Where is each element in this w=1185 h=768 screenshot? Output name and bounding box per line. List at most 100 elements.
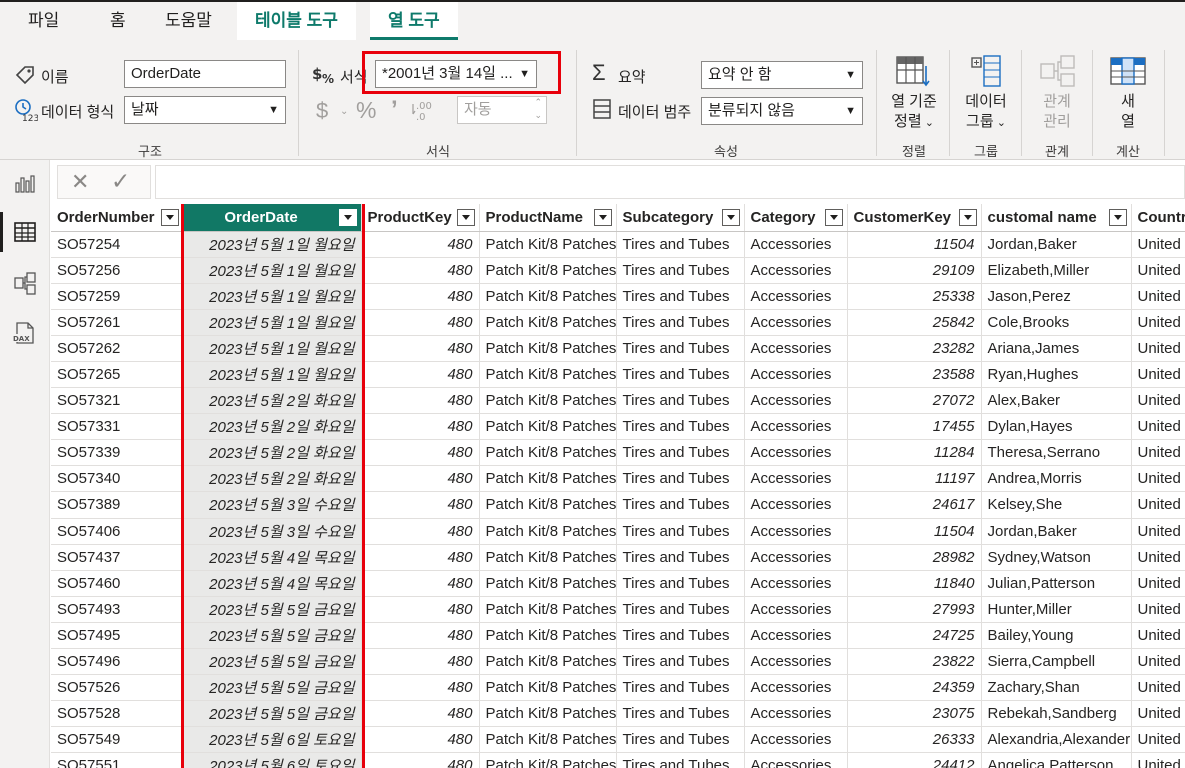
table-cell[interactable]: 2023년 5월 2일 화요일: [183, 465, 362, 493]
table-cell[interactable]: SO57265: [51, 361, 184, 389]
table-cell[interactable]: Accessories: [744, 570, 848, 597]
table-cell[interactable]: 480: [361, 335, 480, 362]
table-cell[interactable]: Ryan,Hughes: [981, 361, 1132, 389]
table-cell[interactable]: Alexandria,Alexander: [981, 726, 1132, 754]
table-cell[interactable]: 2023년 5월 1일 월요일: [183, 283, 362, 310]
table-cell[interactable]: 480: [361, 544, 480, 571]
table-cell[interactable]: 2023년 5월 4일 목요일: [183, 570, 362, 597]
table-cell[interactable]: Patch Kit/8 Patches: [479, 231, 617, 258]
table-cell[interactable]: 2023년 5월 5일 금요일: [183, 596, 362, 623]
table-cell[interactable]: 480: [361, 309, 480, 336]
table-cell[interactable]: Accessories: [744, 491, 848, 519]
table-cell[interactable]: Tires and Tubes: [616, 648, 745, 676]
table-cell[interactable]: Patch Kit/8 Patches: [479, 570, 617, 597]
table-cell[interactable]: Accessories: [744, 387, 848, 415]
table-cell[interactable]: Rebekah,Sandberg: [981, 700, 1132, 728]
decimal-icon[interactable]: .00.0: [412, 98, 434, 125]
table-cell[interactable]: Accessories: [744, 283, 848, 310]
percent-icon[interactable]: %: [356, 97, 376, 124]
table-cell[interactable]: 24617: [847, 491, 982, 519]
table-cell[interactable]: Tires and Tubes: [616, 231, 745, 258]
table-cell[interactable]: 480: [361, 596, 480, 623]
table-cell[interactable]: 480: [361, 518, 480, 545]
column-name-input[interactable]: OrderDate: [124, 60, 286, 88]
table-cell[interactable]: Tires and Tubes: [616, 309, 745, 336]
table-cell[interactable]: SO57340: [51, 465, 184, 493]
table-cell[interactable]: Cole,Brooks: [981, 309, 1132, 336]
tab-table-tools[interactable]: 테이블 도구: [237, 2, 356, 40]
table-cell[interactable]: Accessories: [744, 648, 848, 676]
table-cell[interactable]: 2023년 5월 1일 월요일: [183, 361, 362, 389]
table-cell[interactable]: Angelica,Patterson: [981, 752, 1132, 768]
table-cell[interactable]: 2023년 5월 2일 화요일: [183, 439, 362, 467]
table-cell[interactable]: Patch Kit/8 Patches: [479, 622, 617, 650]
table-cell[interactable]: 2023년 5월 3일 수요일: [183, 491, 362, 519]
sort-by-column-button[interactable]: 열 기준 정렬 ⌄: [884, 54, 944, 133]
table-cell[interactable]: Tires and Tubes: [616, 518, 745, 545]
table-cell[interactable]: Patch Kit/8 Patches: [479, 726, 617, 754]
table-cell[interactable]: United S: [1131, 752, 1185, 768]
manage-relationships-button[interactable]: 관계 관리: [1029, 54, 1085, 132]
table-cell[interactable]: Jordan,Baker: [981, 231, 1132, 258]
table-cell[interactable]: SO57262: [51, 335, 184, 362]
table-cell[interactable]: Elizabeth,Miller: [981, 257, 1132, 284]
table-cell[interactable]: Accessories: [744, 544, 848, 571]
column-header[interactable]: OrderNumber: [51, 204, 184, 232]
table-cell[interactable]: 2023년 5월 5일 금요일: [183, 674, 362, 702]
new-column-button[interactable]: 새 열: [1100, 54, 1156, 132]
tab-help[interactable]: 도움말: [147, 2, 230, 40]
table-cell[interactable]: SO57496: [51, 648, 184, 676]
table-cell[interactable]: Accessories: [744, 231, 848, 258]
filter-dropdown-icon[interactable]: [721, 209, 740, 226]
table-cell[interactable]: 23822: [847, 648, 982, 676]
table-cell[interactable]: SO57437: [51, 544, 184, 571]
table-cell[interactable]: Tires and Tubes: [616, 491, 745, 519]
table-cell[interactable]: United S: [1131, 674, 1185, 702]
table-cell[interactable]: 24412: [847, 752, 982, 768]
table-cell[interactable]: United S: [1131, 283, 1185, 310]
table-cell[interactable]: Patch Kit/8 Patches: [479, 648, 617, 676]
table-cell[interactable]: SO57460: [51, 570, 184, 597]
filter-dropdown-icon[interactable]: [593, 209, 612, 226]
table-cell[interactable]: SO57551: [51, 752, 184, 768]
table-cell[interactable]: 2023년 5월 1일 월요일: [183, 335, 362, 362]
table-cell[interactable]: Patch Kit/8 Patches: [479, 439, 617, 467]
table-cell[interactable]: Accessories: [744, 726, 848, 754]
table-cell[interactable]: Patch Kit/8 Patches: [479, 387, 617, 415]
table-cell[interactable]: United S: [1131, 648, 1185, 676]
table-cell[interactable]: Patch Kit/8 Patches: [479, 413, 617, 441]
dax-query-view-button[interactable]: DAX: [0, 312, 50, 352]
table-cell[interactable]: Patch Kit/8 Patches: [479, 518, 617, 545]
table-cell[interactable]: Tires and Tubes: [616, 387, 745, 415]
table-cell[interactable]: 11284: [847, 439, 982, 467]
column-header[interactable]: CustomerKey: [847, 204, 982, 232]
table-cell[interactable]: Andrea,Morris: [981, 465, 1132, 493]
data-type-select[interactable]: 날짜 ▼: [124, 96, 286, 124]
filter-dropdown-icon[interactable]: [338, 209, 357, 226]
table-cell[interactable]: Kelsey,She: [981, 491, 1132, 519]
table-cell[interactable]: 480: [361, 648, 480, 676]
table-cell[interactable]: United S: [1131, 413, 1185, 441]
table-cell[interactable]: 480: [361, 700, 480, 728]
decimal-places-input[interactable]: 자동 ⌃ ⌄: [457, 96, 547, 124]
table-cell[interactable]: 480: [361, 257, 480, 284]
table-cell[interactable]: 480: [361, 622, 480, 650]
table-cell[interactable]: 2023년 5월 1일 월요일: [183, 257, 362, 284]
table-cell[interactable]: 2023년 5월 1일 월요일: [183, 309, 362, 336]
chevron-down-icon[interactable]: ⌄: [340, 106, 348, 117]
table-cell[interactable]: United S: [1131, 231, 1185, 258]
table-cell[interactable]: Jason,Perez: [981, 283, 1132, 310]
table-cell[interactable]: United S: [1131, 257, 1185, 284]
table-cell[interactable]: Accessories: [744, 361, 848, 389]
table-cell[interactable]: United S: [1131, 700, 1185, 728]
table-cell[interactable]: 27993: [847, 596, 982, 623]
table-cell[interactable]: Patch Kit/8 Patches: [479, 309, 617, 336]
filter-dropdown-icon[interactable]: [456, 209, 475, 226]
tab-home[interactable]: 홈: [92, 2, 144, 40]
table-cell[interactable]: United S: [1131, 439, 1185, 467]
column-header[interactable]: ProductKey: [361, 204, 480, 232]
table-cell[interactable]: Patch Kit/8 Patches: [479, 283, 617, 310]
table-cell[interactable]: 2023년 5월 5일 금요일: [183, 648, 362, 676]
table-cell[interactable]: Ariana,James: [981, 335, 1132, 362]
tab-file[interactable]: 파일: [10, 2, 77, 40]
